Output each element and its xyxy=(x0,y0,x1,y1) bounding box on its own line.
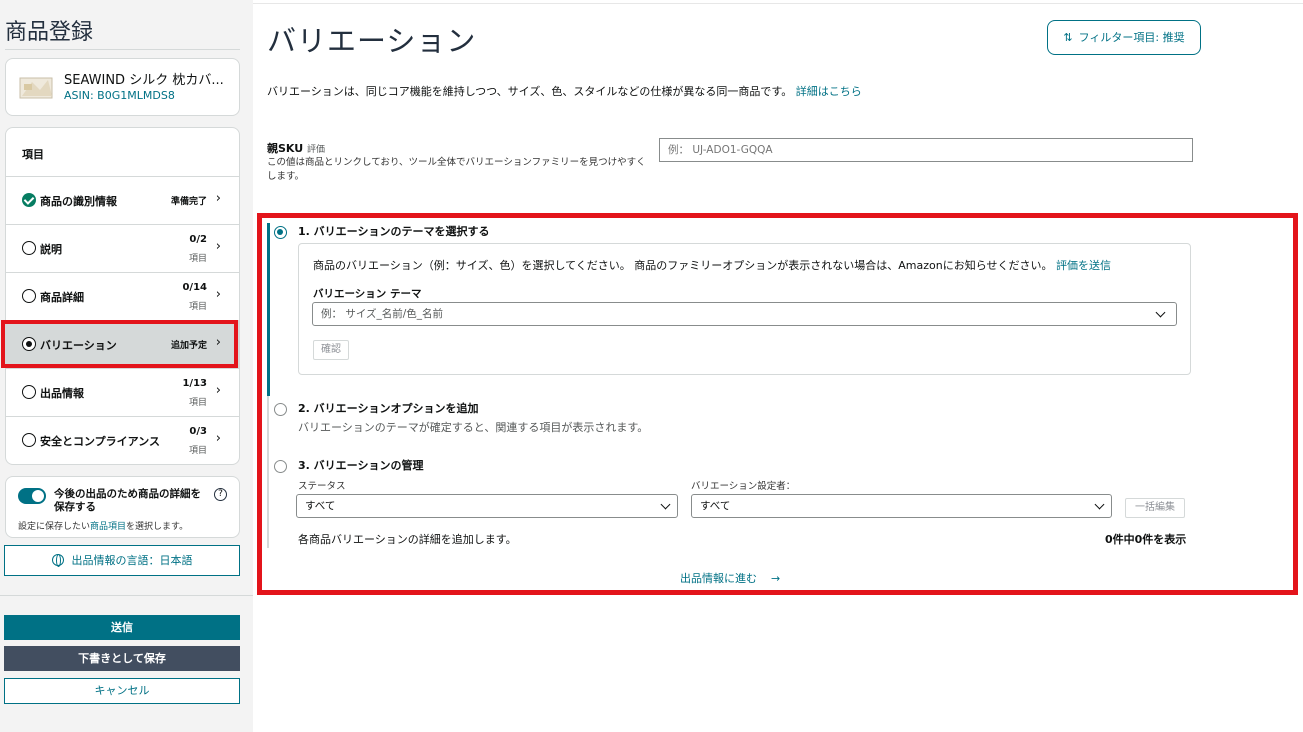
status-label: ステータス xyxy=(298,481,346,492)
nav-item-description[interactable]: 説明 0/2 項目 › xyxy=(6,224,239,272)
product-items-link[interactable]: 商品項目 xyxy=(90,522,126,532)
radio-empty-icon xyxy=(22,433,36,447)
filter-button[interactable]: ⇅ フィルター項目: 推奨 xyxy=(1047,20,1201,55)
save-details-title: 今後の出品のため商品の詳細を保存する xyxy=(54,488,201,513)
step2-description: バリエーションのテーマが確定すると、関連する項目が表示されます。 xyxy=(298,421,649,434)
nav-item-label: 商品詳細 xyxy=(40,291,84,304)
nav-header: 項目 xyxy=(22,148,44,161)
language-button[interactable]: 出品情報の言語：日本語 xyxy=(4,545,240,576)
product-thumbnail xyxy=(19,77,53,99)
confirm-button[interactable]: 確認 xyxy=(313,340,349,360)
check-circle-icon xyxy=(22,193,36,207)
submit-button[interactable]: 送信 xyxy=(4,615,240,640)
save-details-desc: 設定に保存したい商品項目を選択します。 xyxy=(18,522,189,532)
sort-filter-icon: ⇅ xyxy=(1063,31,1073,44)
sidebar-title: 商品登録 xyxy=(5,20,94,45)
chevron-down-icon xyxy=(1094,499,1105,510)
help-icon[interactable]: ? xyxy=(214,488,227,501)
highlight-box xyxy=(1,320,238,368)
chevron-right-icon: › xyxy=(215,239,221,254)
parent-sku-label: 親SKU 評価 xyxy=(267,142,326,155)
save-details-toggle[interactable] xyxy=(18,488,46,504)
step-progress-bar xyxy=(267,396,269,548)
divider xyxy=(5,49,240,50)
nav-item-label: 出品情報 xyxy=(40,387,84,400)
theme-description: 商品のバリエーション（例：サイズ、色）を選択してください。 商品のファミリーオプ… xyxy=(313,259,1112,272)
nav-item-offer[interactable]: 出品情報 1/13 項目 › xyxy=(6,368,239,416)
parent-sku-input[interactable] xyxy=(659,138,1193,162)
save-draft-button[interactable]: 下書きとして保存 xyxy=(4,646,240,671)
divider xyxy=(0,595,253,596)
variation-theme-select[interactable]: 例： サイズ_名前/色_名前 xyxy=(312,302,1177,326)
step3-radio[interactable] xyxy=(274,460,287,473)
section-nav: 項目 商品の識別情報 準備完了 › 説明 0/2 項目 › 商品詳細 0/14 … xyxy=(5,127,240,465)
nav-item-count: 0/3 xyxy=(189,426,207,437)
page-title: バリエーション xyxy=(267,24,477,58)
radio-empty-icon xyxy=(22,289,36,303)
cancel-button[interactable]: キャンセル xyxy=(4,678,240,704)
nav-item-count: 0/2 xyxy=(189,234,207,245)
nav-item-label: 商品の識別情報 xyxy=(40,195,117,208)
proceed-to-offer-link[interactable]: 出品情報に進む → xyxy=(680,570,780,586)
nav-item-count: 0/14 xyxy=(182,282,207,293)
product-asin: ASIN: B0G1MLMDS8 xyxy=(64,89,175,102)
nav-item-label: 安全とコンプライアンス xyxy=(40,435,161,448)
chevron-right-icon: › xyxy=(215,287,221,302)
nav-item-safety-compliance[interactable]: 安全とコンプライアンス 0/3 項目 › xyxy=(6,416,239,464)
parent-sku-desc: この値は商品とリンクしており、ツール全体でバリエーションファミリーを見つけやすく… xyxy=(267,157,646,182)
nav-item-count: 1/13 xyxy=(182,378,207,389)
divider xyxy=(253,3,1303,4)
learn-more-link[interactable]: 詳細はこちら xyxy=(796,85,862,98)
step1-title: 1. バリエーションのテーマを選択する xyxy=(298,225,490,238)
bulk-edit-button[interactable]: 一括編集 xyxy=(1125,498,1185,518)
intro-text: バリエーションは、同じコア機能を維持しつつ、サイズ、色、スタイルなどの仕様が異な… xyxy=(267,85,862,98)
setter-select[interactable]: すべて xyxy=(691,494,1112,518)
globe-icon xyxy=(51,554,64,567)
nav-item-unit: 項目 xyxy=(188,302,207,312)
step2-title: 2. バリエーションオプションを追加 xyxy=(298,402,479,415)
step1-radio[interactable] xyxy=(274,226,287,239)
chevron-down-icon xyxy=(1155,307,1166,318)
setter-label: バリエーション設定者： xyxy=(691,481,796,492)
send-feedback-link[interactable]: 評価を送信 xyxy=(1056,259,1111,272)
nav-item-product-details[interactable]: 商品詳細 0/14 項目 › xyxy=(6,272,239,320)
result-count: 0件中0件を表示 xyxy=(1105,533,1187,546)
chevron-down-icon xyxy=(660,499,671,510)
sidebar: 商品登録 SEAWIND シルク 枕カバ... ASIN: B0G1MLMDS8… xyxy=(0,0,253,732)
theme-label: バリエーション テーマ xyxy=(313,288,422,300)
step-progress-bar xyxy=(267,223,270,396)
status-select[interactable]: すべて xyxy=(296,494,678,518)
nav-item-unit: 項目 xyxy=(188,254,207,264)
nav-item-unit: 項目 xyxy=(188,398,207,408)
chevron-right-icon: › xyxy=(215,191,221,206)
chevron-right-icon: › xyxy=(215,431,221,446)
nav-item-label: 説明 xyxy=(40,243,62,256)
arrow-right-icon: → xyxy=(771,572,781,585)
product-name: SEAWIND シルク 枕カバ... xyxy=(64,73,224,88)
step2-radio[interactable] xyxy=(274,403,287,416)
step3-title: 3. バリエーションの管理 xyxy=(298,459,424,472)
variation-details-desc: 各商品バリエーションの詳細を追加します。 xyxy=(298,533,517,546)
save-details-card: 今後の出品のため商品の詳細を保存する ? 設定に保存したい商品項目を選択します。 xyxy=(5,476,240,538)
product-card: SEAWIND シルク 枕カバ... ASIN: B0G1MLMDS8 xyxy=(5,58,240,116)
nav-item-status: 準備完了 xyxy=(170,197,207,207)
nav-item-identity[interactable]: 商品の識別情報 準備完了 › xyxy=(6,176,239,224)
radio-empty-icon xyxy=(22,241,36,255)
nav-item-unit: 項目 xyxy=(188,446,207,456)
chevron-right-icon: › xyxy=(215,383,221,398)
radio-empty-icon xyxy=(22,385,36,399)
